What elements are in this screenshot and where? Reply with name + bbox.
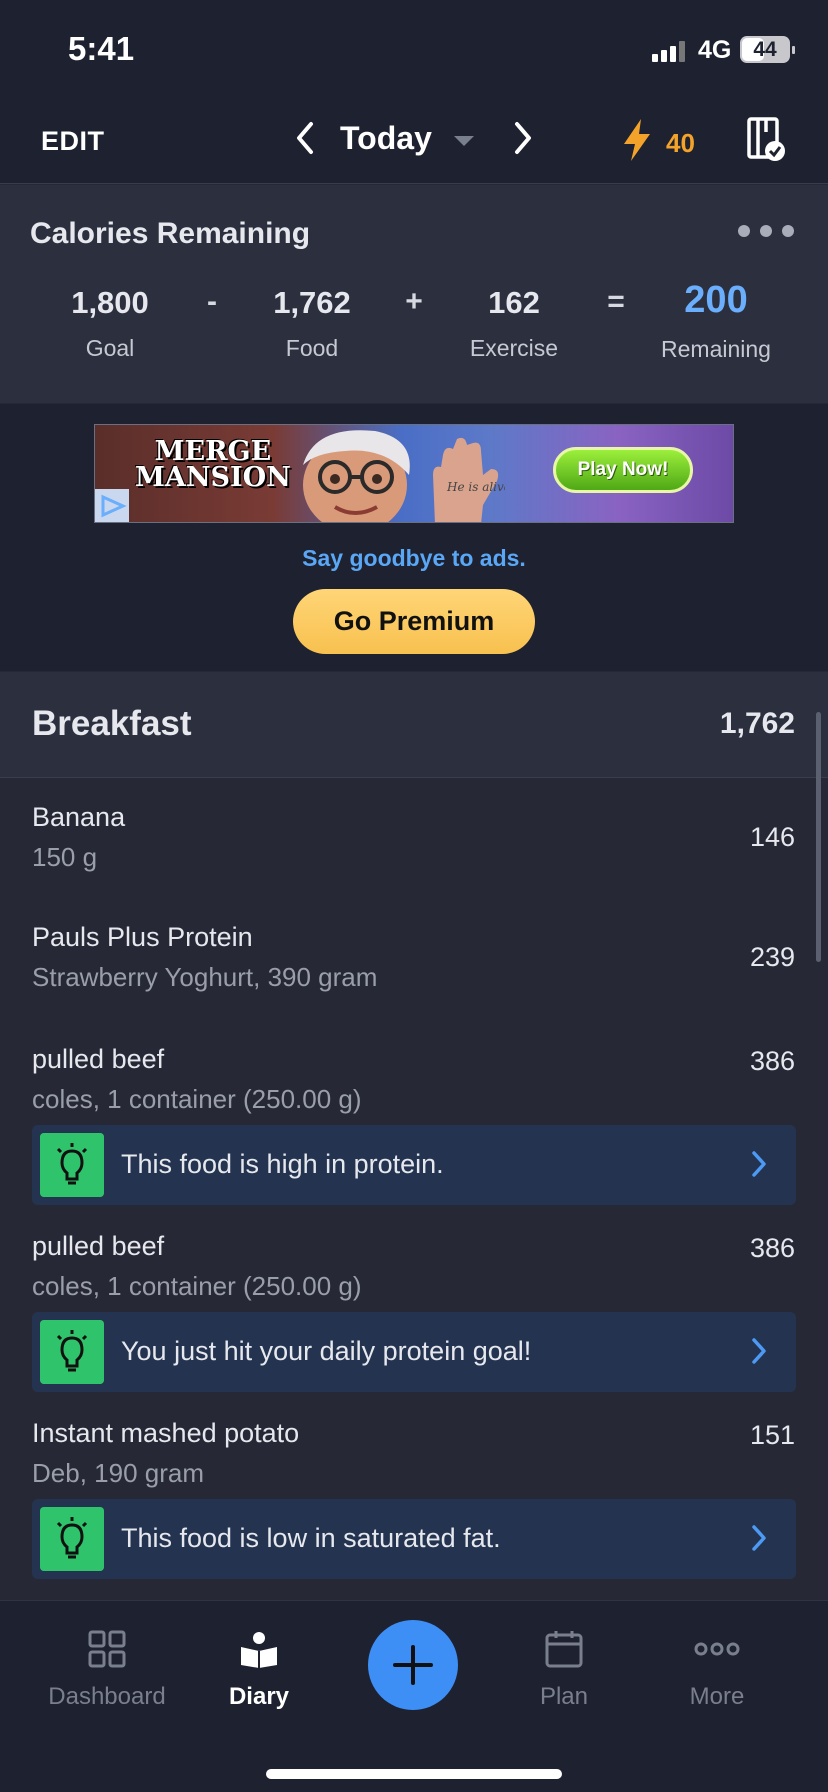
- food-item[interactable]: pulled beef coles, 1 container (250.00 g…: [0, 1231, 828, 1311]
- tab-label: More: [689, 1683, 745, 1710]
- food-detail: 150 g: [32, 842, 98, 872]
- calorie-goal: 1,800 Goal: [50, 285, 170, 362]
- food-name: Pauls Plus Protein: [32, 922, 253, 952]
- tab-label: Dashboard: [48, 1683, 166, 1710]
- chevron-right-icon: [752, 1338, 766, 1364]
- minus-operator: -: [207, 285, 217, 318]
- card-title: Calories Remaining: [30, 217, 311, 250]
- meal-header[interactable]: Breakfast 1,762: [0, 672, 828, 778]
- more-options-icon[interactable]: [738, 225, 794, 237]
- food-name: Banana: [32, 802, 126, 832]
- tab-dashboard[interactable]: Dashboard: [27, 1601, 187, 1731]
- tab-more[interactable]: More: [637, 1601, 797, 1731]
- dashboard-icon: [88, 1630, 126, 1668]
- calorie-food: 1,762 Food: [252, 285, 372, 362]
- tab-label: Plan: [539, 1683, 589, 1710]
- battery-icon: 44: [740, 36, 795, 63]
- signal-icon: [652, 40, 688, 62]
- food-calories: 386: [749, 1046, 795, 1076]
- lightbulb-icon: [40, 1507, 104, 1571]
- calorie-remaining: 200 Remaining: [651, 279, 781, 363]
- chevron-right-icon: [752, 1151, 766, 1177]
- streak-count[interactable]: 40: [666, 128, 695, 159]
- status-time: 5:41: [68, 30, 135, 67]
- goal-value: 1,800: [71, 285, 149, 320]
- goal-label: Goal: [85, 335, 135, 361]
- food-name: Instant mashed potato: [32, 1418, 300, 1448]
- tab-diary[interactable]: Diary: [179, 1601, 339, 1731]
- lightbulb-icon: [40, 1320, 104, 1384]
- caret-down-icon[interactable]: [454, 136, 474, 146]
- food-item[interactable]: Instant mashed potato Deb, 190 gram 151: [0, 1418, 828, 1498]
- ad-logo: MERGE MANSION: [135, 438, 291, 493]
- food-calories: 146: [749, 822, 795, 852]
- lightbulb-icon: [40, 1133, 104, 1197]
- food-name: pulled beef: [32, 1231, 165, 1261]
- food-detail: Deb, 190 gram: [32, 1458, 204, 1488]
- food-detail: coles, 1 container (250.00 g): [32, 1084, 362, 1114]
- plus-operator: +: [405, 285, 423, 318]
- food-item[interactable]: Banana 150 g 146: [0, 802, 828, 892]
- meal-total-calories: 1,762: [719, 707, 795, 740]
- ad-play-now-button[interactable]: Play Now!: [553, 447, 693, 493]
- food-calories: 151: [749, 1420, 795, 1450]
- ad-logo-line2: MANSION: [135, 462, 291, 493]
- chevron-right-icon[interactable]: [508, 120, 536, 156]
- edit-button[interactable]: EDIT: [41, 126, 105, 157]
- bottom-tab-bar: Dashboard Diary Plan More: [0, 1600, 828, 1792]
- food-value: 1,762: [273, 285, 351, 320]
- ad-hand-image: He is alive: [433, 437, 505, 522]
- food-item[interactable]: pulled beef coles, 1 container (250.00 g…: [0, 1044, 828, 1124]
- food-insight-tip[interactable]: You just hit your daily protein goal!: [32, 1312, 796, 1392]
- meal-title: Breakfast: [32, 704, 192, 743]
- home-indicator[interactable]: [266, 1769, 562, 1779]
- food-calories: 239: [749, 942, 795, 972]
- more-icon: [694, 1642, 740, 1656]
- food-name: pulled beef: [32, 1044, 165, 1074]
- remove-ads-link[interactable]: Say goodbye to ads.: [0, 545, 828, 572]
- meal-breakfast: Breakfast 1,762 Banana 150 g 146 Pauls P…: [0, 672, 828, 1602]
- food-insight-tip[interactable]: This food is low in saturated fat.: [32, 1499, 796, 1579]
- network-label: 4G: [698, 36, 732, 64]
- tip-text: This food is low in saturated fat.: [121, 1523, 501, 1553]
- tab-label: Diary: [228, 1683, 290, 1710]
- tip-text: You just hit your daily protein goal!: [121, 1336, 532, 1366]
- food-detail: coles, 1 container (250.00 g): [32, 1271, 362, 1301]
- calendar-icon: [545, 1631, 583, 1668]
- chevron-left-icon[interactable]: [292, 120, 320, 156]
- go-premium-button[interactable]: Go Premium: [293, 589, 535, 654]
- ad-character-image: [303, 430, 410, 522]
- food-label: Food: [285, 335, 339, 361]
- calories-remaining-card[interactable]: Calories Remaining 1,800 Goal - 1,762 Fo…: [0, 185, 828, 403]
- lightning-icon[interactable]: [620, 118, 654, 162]
- date-selector[interactable]: Today: [340, 120, 432, 157]
- ad-choices-icon[interactable]: [95, 489, 129, 523]
- food-item[interactable]: Pauls Plus Protein Strawberry Yoghurt, 3…: [0, 922, 828, 1012]
- status-bar: 5:41 4G 44: [0, 0, 828, 94]
- diary-screen: 5:41 4G 44 EDIT Today 40 Calories Remain…: [0, 0, 828, 1792]
- exercise-value: 162: [488, 285, 540, 320]
- diary-header: EDIT Today 40: [0, 94, 828, 184]
- food-insight-tip[interactable]: This food is high in protein.: [32, 1125, 796, 1205]
- equals-operator: =: [607, 285, 625, 318]
- tab-plan[interactable]: Plan: [484, 1601, 644, 1731]
- diary-icon: [241, 1632, 277, 1668]
- log-complete-icon[interactable]: [746, 116, 786, 162]
- battery-level: 44: [753, 38, 777, 61]
- food-calories: 386: [749, 1233, 795, 1263]
- chevron-right-icon: [752, 1525, 766, 1551]
- remaining-label: Remaining: [661, 336, 771, 362]
- ad-hand-text: He is alive: [446, 480, 505, 494]
- ad-banner[interactable]: MERGE MANSION He is alive Play Now!: [94, 424, 734, 523]
- ad-section: MERGE MANSION He is alive Play Now! Say …: [0, 404, 828, 671]
- tip-text: This food is high in protein.: [121, 1149, 444, 1179]
- plus-icon: [393, 1645, 433, 1685]
- add-food-button[interactable]: [368, 1620, 458, 1710]
- remaining-value: 200: [684, 279, 748, 321]
- exercise-label: Exercise: [469, 335, 559, 361]
- calorie-exercise: 162 Exercise: [454, 285, 574, 362]
- food-detail: Strawberry Yoghurt, 390 gram: [32, 962, 378, 992]
